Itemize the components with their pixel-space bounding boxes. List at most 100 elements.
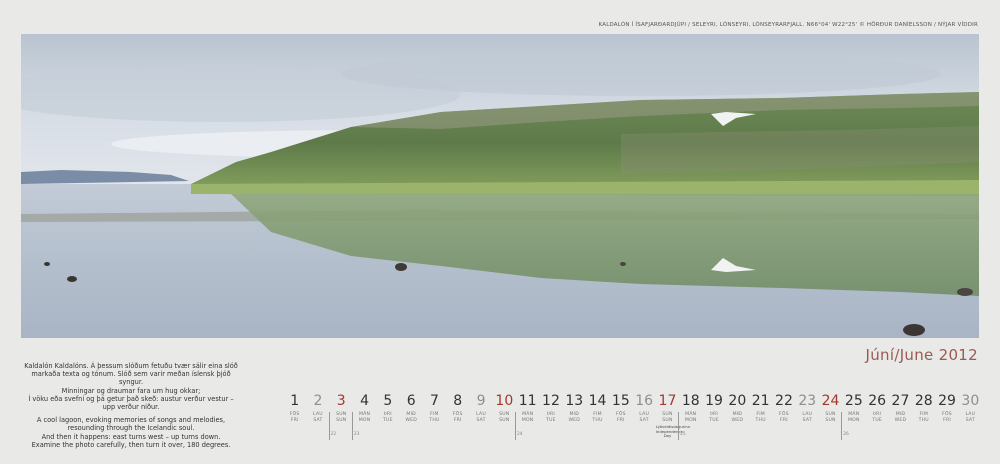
weekday-label: WED	[894, 417, 907, 423]
calendar-day: 16 LAU SAT	[633, 392, 656, 423]
day-number: 10	[495, 393, 514, 409]
day-number: 13	[565, 393, 584, 409]
weekday-label: SAT	[476, 417, 486, 423]
weekday-label: FRI	[616, 417, 625, 423]
weekday-label: TUE	[872, 417, 882, 423]
day-number: 5	[383, 393, 393, 409]
day-number: 4	[360, 393, 369, 409]
calendar-day: 4 MÁN MON 23	[351, 392, 376, 440]
week-number: 22	[330, 432, 337, 437]
calendar-day: 26 ÞRI TUE	[866, 392, 889, 423]
weekday-label: WED	[731, 417, 744, 423]
day-number: 17	[658, 393, 677, 409]
day-number: 9	[476, 393, 486, 409]
calendar-day: 29 FÖS FRI	[935, 392, 958, 423]
weekday-label: MON	[684, 417, 697, 423]
calendar-day: 22 FÖS FRI	[772, 392, 795, 423]
poem-english: A cool lagoon, evoking memories of songs…	[22, 416, 240, 449]
calendar-day: 5 ÞRI TUE	[376, 392, 399, 423]
day-number: 21	[751, 393, 770, 409]
calendar-day: 17 SUN SUN Lýðveldisdagurinn Independence Da…	[656, 392, 690, 438]
week-divider	[841, 412, 842, 440]
poem-line: Kaldalón Kaldalóns. Á þessum slóðum fetu…	[24, 362, 238, 370]
day-number: 2	[313, 393, 323, 409]
calendar-day: 19 ÞRI TUE	[702, 392, 725, 423]
day-number: 11	[518, 393, 537, 409]
day-number: 23	[798, 393, 817, 409]
calendar-day: 18 MÁN MON 25	[678, 392, 702, 440]
weekday-label: FRI	[780, 417, 788, 423]
calendar-day: 14 FIM THU	[586, 392, 609, 423]
weekday-label: TUE	[709, 417, 719, 423]
weekday-label: MON	[358, 417, 371, 423]
poem-line: Minningar og draumar fara um hug okkar;	[61, 386, 201, 395]
calendar-day: 1 FÖS FRI	[283, 392, 306, 423]
weekday-label: SUN	[825, 417, 836, 423]
calendar-day: 6 MIÐ WED	[400, 392, 423, 423]
landscape-photo	[21, 34, 979, 338]
calendar-day: 13 MIÐ WED	[563, 392, 586, 423]
week-divider	[328, 412, 330, 440]
month-title: Júní/June 2012	[865, 346, 978, 364]
day-number: 1	[290, 393, 300, 409]
week-number: 25	[680, 432, 686, 437]
weekday-label: MON	[848, 417, 860, 423]
day-number: 14	[588, 393, 607, 409]
weekday-label: THU	[755, 417, 766, 423]
day-number: 15	[611, 393, 630, 409]
week-divider	[678, 412, 679, 440]
calendar-day: 25 MÁN MON 26	[841, 392, 865, 440]
weekday-label: SAT	[802, 417, 812, 423]
lagoon-reflection-image	[21, 34, 979, 338]
day-number: 29	[938, 393, 956, 409]
poem-line: And then it happens: east turns west – u…	[41, 432, 221, 441]
weekday-label: SUN	[336, 417, 347, 423]
day-number: 26	[868, 393, 887, 409]
day-number: 20	[728, 393, 747, 409]
day-number: 6	[406, 393, 416, 409]
weekday-label: TUE	[546, 417, 556, 423]
calendar-day: 2 LAU SAT	[306, 392, 329, 423]
weekday-label: WED	[405, 417, 417, 423]
poem-line: resounding through the Icelandic soul.	[67, 424, 195, 433]
photo-caption: KALDALÓN Í ÍSAFJARÐARDJÚPI / SELEYRI, LÓ…	[598, 22, 978, 28]
calendar-day: 7 FIM THU	[423, 392, 446, 423]
day-number: 28	[914, 393, 933, 409]
poem-text: Kaldalón Kaldalóns. Á þessum slóðum fetu…	[22, 362, 240, 454]
week-number: 24	[517, 432, 523, 437]
calendar-day: 30 LAU SAT	[959, 392, 982, 423]
calendar-days: 1 FÖS FRI 2 LAU SAT 3 SUN SUN 22 4 MÁN MON 23 5 ÞRI TUE 6…	[283, 392, 983, 452]
day-number: 25	[844, 393, 863, 409]
calendar-day: 27 MIÐ WED	[889, 392, 912, 423]
day-number: 3	[336, 393, 346, 409]
day-number: 7	[429, 393, 439, 409]
weekday-label: FRI	[943, 417, 951, 423]
weekday-label: MON	[521, 417, 534, 423]
weekday-label: THU	[429, 417, 440, 423]
weekday-label: SUN	[499, 417, 510, 423]
weekday-label: SUN	[662, 417, 673, 423]
calendar-day: 3 SUN SUN 22	[328, 392, 353, 440]
weekday-label: SAT	[965, 417, 975, 423]
weekday-label: SAT	[639, 417, 649, 423]
calendar-day: 21 FIM THU	[749, 392, 772, 423]
day-number: 22	[775, 393, 793, 409]
weekday-label: THU	[918, 417, 929, 423]
weekday-label: TUE	[383, 417, 393, 423]
poem-line: Examine the photo carefully, then turn i…	[31, 440, 231, 449]
day-number: 27	[891, 393, 910, 409]
calendar-day: 23 LAU SAT	[796, 392, 819, 423]
weekday-label: FRI	[290, 417, 299, 423]
week-divider	[515, 412, 516, 440]
day-number: 12	[542, 393, 560, 409]
day-number: 18	[681, 393, 700, 409]
week-number: 23	[353, 432, 360, 437]
weekday-label: WED	[568, 417, 581, 423]
poem-line: Í vöku eða svefni og þá getur það skeð: …	[28, 394, 234, 412]
calendar-day: 9 LAU SAT	[469, 392, 492, 423]
poem-icelandic: Kaldalón Kaldalóns. Á þessum slóðum fetu…	[22, 362, 240, 411]
day-number: 19	[705, 393, 723, 409]
poem-line: markaða texta og tónum. Slóð sem varir m…	[31, 370, 231, 387]
day-number: 30	[961, 393, 980, 409]
calendar-day: 20 MIÐ WED	[726, 392, 749, 423]
